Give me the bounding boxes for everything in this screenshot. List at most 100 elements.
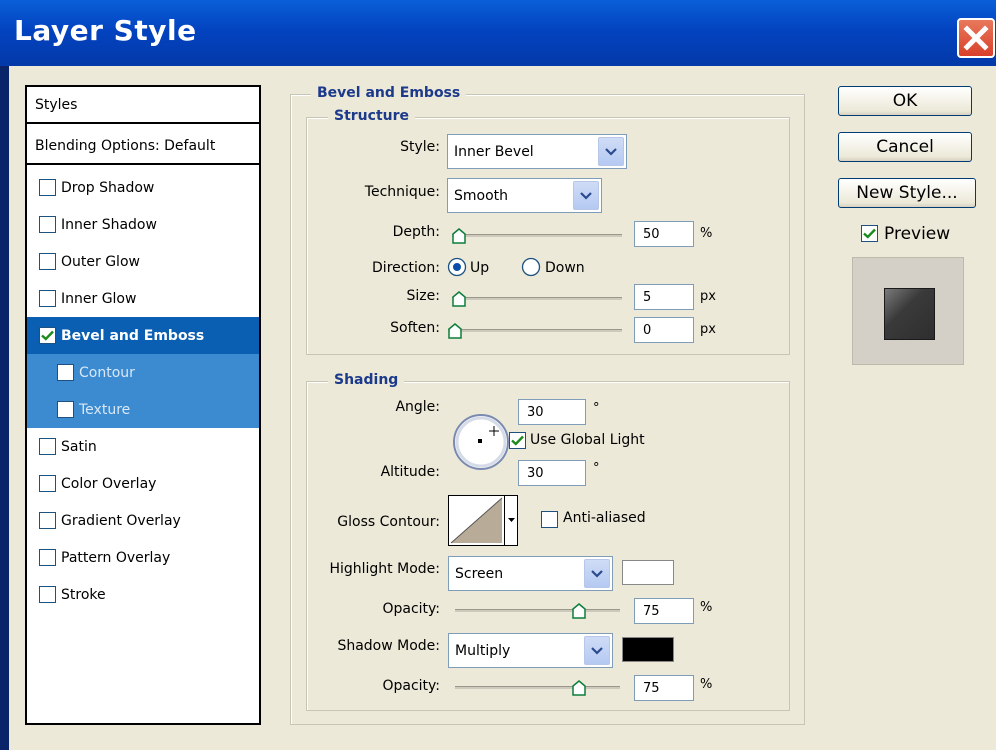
style-item-checkbox[interactable]	[39, 512, 56, 529]
window-title: Layer Style	[14, 14, 197, 47]
style-item[interactable]: Texture	[27, 391, 259, 428]
chevron-down-icon	[573, 181, 599, 210]
checkmark-icon	[511, 435, 524, 446]
style-item-checkbox[interactable]	[39, 179, 56, 196]
chevron-down-icon	[584, 636, 610, 665]
shading-title: Shading	[328, 372, 405, 388]
style-item-label: Bevel and Emboss	[61, 327, 205, 344]
shadow-mode-select[interactable]: Multiply	[448, 633, 613, 668]
style-item[interactable]: Stroke	[27, 576, 259, 613]
soften-unit: px	[700, 322, 716, 337]
contour-dropdown-arrow[interactable]	[504, 496, 517, 545]
size-unit: px	[700, 289, 716, 304]
style-item[interactable]: Color Overlay	[27, 465, 259, 502]
style-item[interactable]: Gradient Overlay	[27, 502, 259, 539]
style-item-label: Inner Shadow	[61, 216, 157, 233]
style-item-checkbox[interactable]	[39, 253, 56, 270]
style-item-checkbox[interactable]	[39, 475, 56, 492]
highlight-opacity-thumb[interactable]	[572, 603, 586, 619]
depth-slider-thumb[interactable]	[452, 228, 466, 244]
style-item-label: Pattern Overlay	[61, 549, 171, 566]
highlight-opacity-unit: %	[700, 600, 713, 615]
style-item-checkbox[interactable]	[39, 586, 56, 603]
use-global-light-checkbox[interactable]	[509, 432, 526, 449]
style-item-checkbox[interactable]	[39, 549, 56, 566]
chevron-down-icon	[507, 518, 515, 522]
contour-preview-icon	[450, 497, 503, 544]
size-slider-track[interactable]	[452, 297, 622, 300]
cancel-button[interactable]: Cancel	[838, 132, 972, 162]
style-item[interactable]: Pattern Overlay	[27, 539, 259, 576]
soften-slider-track[interactable]	[448, 329, 622, 332]
direction-down-radio[interactable]	[521, 257, 541, 277]
style-item[interactable]: Inner Glow	[27, 280, 259, 317]
title-bar[interactable]: Layer Style	[0, 0, 996, 66]
highlight-color-swatch[interactable]	[622, 560, 674, 585]
depth-input[interactable]: 50	[634, 221, 694, 247]
styles-header-label: Styles	[35, 96, 78, 113]
style-item[interactable]: Satin	[27, 428, 259, 465]
style-item-label: Gradient Overlay	[61, 512, 181, 529]
technique-label: Technique:	[364, 184, 440, 200]
style-item-checkbox[interactable]	[57, 401, 74, 418]
style-item-label: Outer Glow	[61, 253, 140, 270]
preview-swatch	[884, 288, 935, 340]
preview-checkbox[interactable]	[861, 225, 878, 242]
soften-input[interactable]: 0	[634, 317, 694, 343]
size-slider-thumb[interactable]	[452, 291, 466, 307]
size-input[interactable]: 5	[634, 284, 694, 310]
gloss-contour-picker[interactable]	[448, 495, 518, 546]
style-item-checkbox[interactable]	[39, 216, 56, 233]
style-item-checkbox[interactable]	[57, 364, 74, 381]
direction-up-radio[interactable]	[447, 257, 467, 277]
style-item-checkbox[interactable]	[39, 438, 56, 455]
highlight-opacity-label: Opacity:	[382, 601, 440, 617]
highlight-opacity-input[interactable]: 75	[634, 598, 694, 624]
technique-select-value: Smooth	[454, 187, 509, 204]
altitude-input[interactable]: 30	[518, 460, 586, 486]
style-select[interactable]: Inner Bevel	[447, 134, 627, 169]
shadow-opacity-input[interactable]: 75	[634, 675, 694, 701]
size-label: Size:	[406, 288, 440, 304]
style-item-label: Satin	[61, 438, 97, 455]
soften-label: Soften:	[390, 320, 440, 336]
styles-header[interactable]: Styles	[27, 87, 259, 124]
highlight-mode-select[interactable]: Screen	[448, 556, 613, 591]
angle-input[interactable]: 30	[518, 399, 586, 425]
style-item-label: Drop Shadow	[61, 179, 155, 196]
new-style-button[interactable]: New Style...	[838, 178, 976, 208]
style-item[interactable]: Inner Shadow	[27, 206, 259, 243]
blending-options-item[interactable]: Blending Options: Default	[27, 128, 259, 165]
altitude-unit: °	[593, 461, 600, 476]
style-item-label: Texture	[79, 401, 131, 418]
ok-button[interactable]: OK	[838, 86, 972, 116]
style-item-label: Color Overlay	[61, 475, 157, 492]
soften-slider-thumb[interactable]	[448, 323, 462, 339]
direction-label: Direction:	[372, 260, 440, 276]
shadow-opacity-track[interactable]	[455, 686, 620, 689]
style-item[interactable]: Bevel and Emboss	[27, 317, 259, 354]
style-item-label: Contour	[79, 364, 135, 381]
angle-dial[interactable]	[446, 412, 516, 472]
close-button[interactable]	[957, 18, 995, 58]
angle-unit: °	[593, 401, 600, 416]
highlight-mode-label: Highlight Mode:	[329, 561, 440, 577]
shadow-opacity-thumb[interactable]	[572, 680, 586, 696]
style-item[interactable]: Outer Glow	[27, 243, 259, 280]
styles-list: Styles Blending Options: Default Drop Sh…	[25, 85, 261, 725]
preview-thumbnail	[852, 257, 964, 365]
structure-title: Structure	[328, 108, 416, 124]
highlight-opacity-track[interactable]	[455, 609, 620, 612]
anti-aliased-label: Anti-aliased	[563, 510, 646, 526]
depth-slider-track[interactable]	[452, 234, 622, 237]
style-select-value: Inner Bevel	[454, 143, 534, 160]
use-global-light-label: Use Global Light	[530, 432, 645, 448]
anti-aliased-checkbox[interactable]	[541, 511, 558, 528]
style-item-checkbox[interactable]	[39, 327, 56, 344]
technique-select[interactable]: Smooth	[447, 178, 602, 213]
style-item[interactable]: Drop Shadow	[27, 169, 259, 206]
style-item[interactable]: Contour	[27, 354, 259, 391]
shadow-color-swatch[interactable]	[622, 637, 674, 662]
gloss-contour-label: Gloss Contour:	[337, 514, 440, 530]
style-item-checkbox[interactable]	[39, 290, 56, 307]
